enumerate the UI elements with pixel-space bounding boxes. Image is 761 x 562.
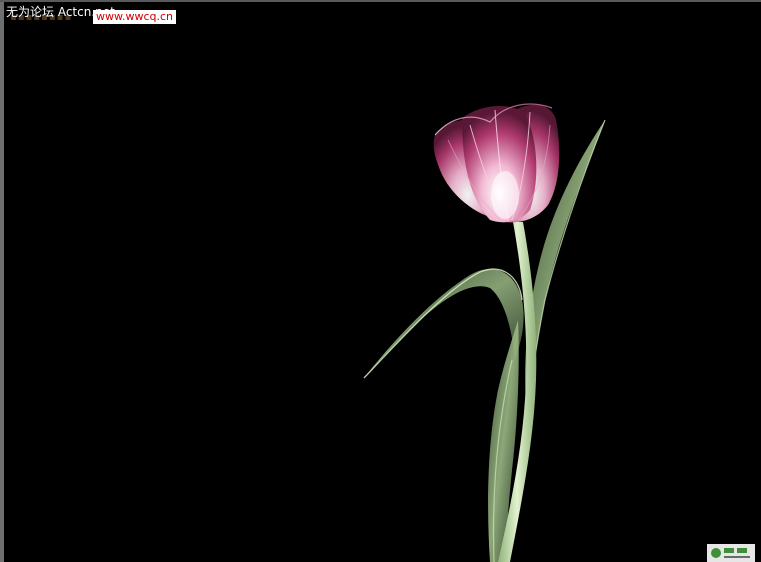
image-viewer: ▪▪▪▪▪▪▪▪ 无为论坛 Actcn.net www.wwcq.cn: [0, 0, 761, 562]
tulip-flower: [433, 103, 560, 223]
url-watermark: www.wwcq.cn: [93, 10, 177, 24]
site-logo-watermark: [707, 544, 755, 562]
window-left-border: [0, 0, 4, 562]
leaf-left: [364, 268, 524, 378]
tulip-photo: [363, 103, 606, 562]
window-top-border: [0, 0, 761, 2]
